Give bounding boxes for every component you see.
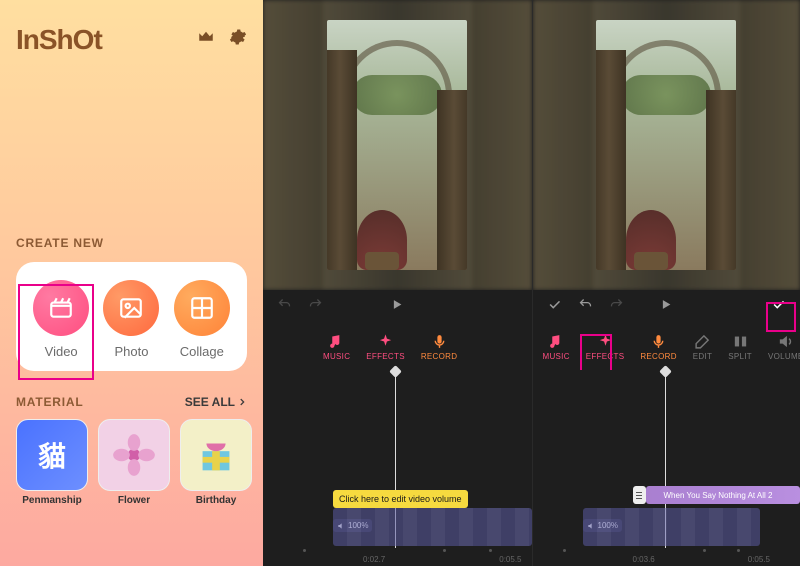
audio-clip[interactable]: When You Say Nothing At All 2 <box>646 486 800 504</box>
tool-record[interactable]: RECORD <box>421 333 457 361</box>
video-preview[interactable] <box>533 0 800 290</box>
control-bar <box>533 290 800 324</box>
sidebar: InShOt CREATE NEW Video Photo Collage MA… <box>0 0 263 566</box>
timeline[interactable]: When You Say Nothing At All 2 100% 0:03.… <box>533 370 800 566</box>
toolbar: MUSIC EFFECTS RECORD <box>263 324 532 370</box>
birthday-thumb <box>180 419 252 491</box>
editor-panel-left: MUSIC EFFECTS RECORD Click here to edit … <box>263 0 532 566</box>
create-video-button[interactable]: Video <box>33 280 89 359</box>
tool-split[interactable]: SPLIT <box>728 333 752 361</box>
time-marker: 0:05.5 <box>748 555 770 564</box>
video-clip[interactable] <box>583 508 761 546</box>
time-marker: 0:05.5 <box>499 555 521 564</box>
create-collage-label: Collage <box>180 344 224 359</box>
create-new-label: CREATE NEW <box>16 236 247 250</box>
timeline[interactable]: Click here to edit video volume 100% 0:0… <box>263 370 532 566</box>
video-clip[interactable] <box>333 508 532 546</box>
material-flower[interactable]: Flower <box>98 419 170 506</box>
create-photo-button[interactable]: Photo <box>103 280 159 359</box>
create-video-label: Video <box>45 344 78 359</box>
image-icon <box>103 280 159 336</box>
play-icon[interactable] <box>659 297 674 317</box>
toolbar: MUSIC EFFECTS RECORD EDIT SPLIT VOLUME D… <box>533 324 800 370</box>
editor-area: MUSIC EFFECTS RECORD Click here to edit … <box>263 0 800 566</box>
tool-effects[interactable]: EFFECTS <box>366 333 405 361</box>
time-marker: 0:03.6 <box>633 555 655 564</box>
tool-record[interactable]: RECORD <box>640 333 676 361</box>
material-penmanship[interactable]: 貓Penmanship <box>16 419 88 506</box>
control-bar <box>263 290 532 324</box>
time-marker: 0:02.7 <box>363 555 385 564</box>
redo-icon[interactable] <box>609 297 624 317</box>
create-photo-label: Photo <box>114 344 148 359</box>
material-row: 貓Penmanship Flower Birthday <box>16 419 247 506</box>
chevron-right-icon <box>237 397 247 407</box>
undo-icon[interactable] <box>578 297 593 317</box>
play-icon[interactable] <box>390 297 405 317</box>
tool-effects[interactable]: EFFECTS <box>586 333 625 361</box>
see-all-button[interactable]: SEE ALL <box>185 395 247 409</box>
tool-edit[interactable]: EDIT <box>693 333 712 361</box>
tool-music[interactable]: MUSIC <box>323 333 350 361</box>
undo-icon[interactable] <box>277 297 292 317</box>
crown-icon[interactable] <box>197 28 215 46</box>
penmanship-thumb: 貓 <box>16 419 88 491</box>
redo-icon[interactable] <box>308 297 323 317</box>
grid-icon <box>174 280 230 336</box>
material-label: MATERIAL <box>16 395 84 409</box>
audio-clip-handle[interactable] <box>633 486 646 504</box>
editor-panel-right: MUSIC EFFECTS RECORD EDIT SPLIT VOLUME D… <box>532 0 800 566</box>
create-new-card: Video Photo Collage <box>16 262 247 371</box>
clapperboard-icon <box>33 280 89 336</box>
material-birthday[interactable]: Birthday <box>180 419 252 506</box>
gear-icon[interactable] <box>229 28 247 46</box>
check-icon[interactable] <box>547 297 562 317</box>
tool-volume[interactable]: VOLUME <box>768 333 800 361</box>
confirm-icon[interactable] <box>771 297 786 317</box>
edit-volume-hint[interactable]: Click here to edit video volume <box>333 490 468 508</box>
flower-thumb <box>98 419 170 491</box>
video-preview[interactable] <box>263 0 532 290</box>
create-collage-button[interactable]: Collage <box>174 280 230 359</box>
tool-music[interactable]: MUSIC <box>543 333 570 361</box>
